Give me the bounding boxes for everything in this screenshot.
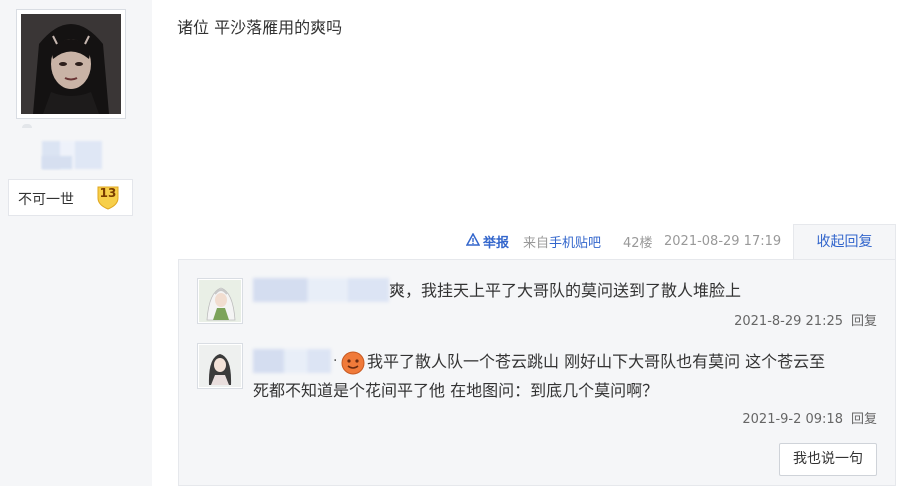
reply-text-part1: 我平了散人队一个苍云跳山 刚好山下大哥队也有莫问 这个苍云至: [367, 352, 826, 371]
post-source: 来自 手机贴吧: [523, 232, 601, 251]
post-datetime: 2021-08-29 17:19: [664, 233, 782, 249]
reply-username-blurred[interactable]: [253, 278, 389, 302]
reply-item: 爽，我挂天上平了大哥队的莫问送到了散人堆脸上 2021-8-29 21:25 回复: [179, 260, 897, 335]
reply-avatar[interactable]: [197, 278, 243, 324]
reply-text-line1: 我平了散人队一个苍云跳山 刚好山下大哥队也有莫问 这个苍云至: [341, 347, 825, 376]
warning-icon: [465, 231, 481, 250]
reply-username-blurred[interactable]: [253, 349, 331, 373]
reply-datetime: 2021-9-2 09:18: [742, 412, 843, 427]
collapse-replies-button[interactable]: 收起回复: [793, 224, 896, 260]
reply-meta: 2021-8-29 21:25 回复: [734, 310, 877, 329]
level-title: 不可一世: [18, 192, 74, 208]
level-number: 13: [99, 186, 117, 200]
report-label: 举报: [483, 235, 510, 251]
reply-avatar[interactable]: [197, 343, 243, 389]
author-name-blurred-part: [42, 156, 72, 169]
online-status-icon: [22, 124, 32, 128]
say-something-button[interactable]: 我也说一句: [779, 443, 877, 476]
level-badge-icon: 13: [94, 183, 122, 211]
reply-button[interactable]: 回复: [851, 412, 877, 427]
post-content: 诸位 平沙落雁用的爽吗: [177, 18, 343, 37]
source-prefix: 来自: [523, 235, 550, 251]
reply-button[interactable]: 回复: [851, 314, 877, 329]
reply-text: 爽，我挂天上平了大哥队的莫问送到了散人堆脸上: [389, 281, 742, 300]
reply-datetime: 2021-8-29 21:25: [734, 314, 843, 329]
reply-panel: 爽，我挂天上平了大哥队的莫问送到了散人堆脸上 2021-8-29 21:25 回复…: [178, 259, 896, 486]
emoji-icon: [341, 351, 365, 375]
reply-meta: 2021-9-2 09:18 回复: [742, 408, 877, 427]
author-avatar[interactable]: [16, 9, 126, 119]
reply-dot: .: [333, 349, 338, 365]
reply-item: . 我平了散人队一个苍云跳山 刚好山下大哥队也有莫问 这个苍云至 死都不知道是个…: [179, 335, 897, 435]
report-link[interactable]: 举报: [465, 231, 510, 251]
reply-text-line2: 死都不知道是个花间平了他 在地图问：到底几个莫问啊？: [253, 381, 659, 400]
source-link[interactable]: 手机贴吧: [549, 232, 601, 251]
author-sidebar: 不可一世 13: [0, 0, 152, 486]
author-level[interactable]: 不可一世 13: [8, 179, 133, 216]
floor-number: 42楼: [623, 235, 653, 251]
